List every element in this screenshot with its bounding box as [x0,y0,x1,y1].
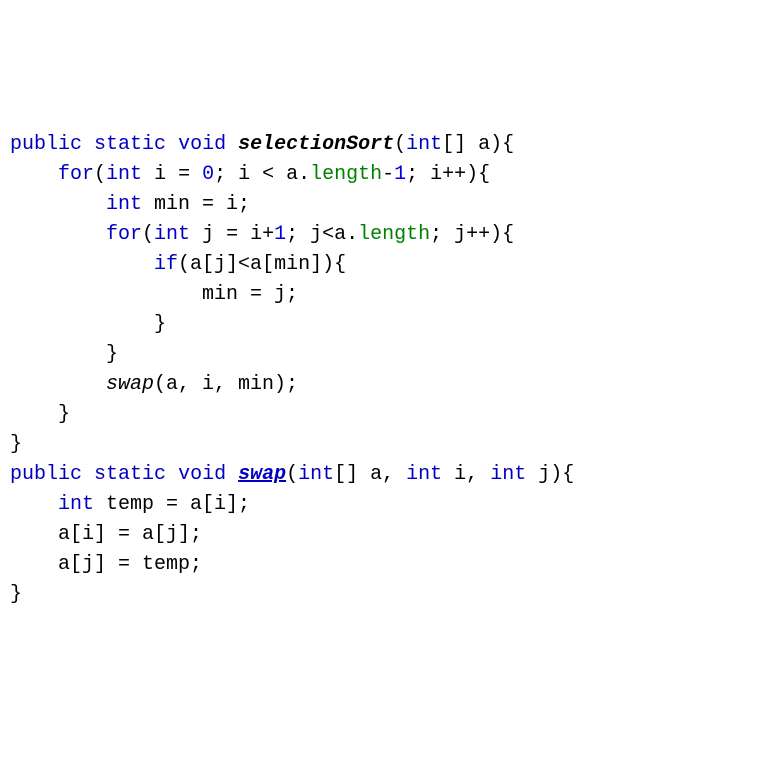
code-token [226,133,238,156]
code-token: temp = a[i]; [94,493,250,516]
code-token: for [106,223,142,246]
code-token: int [154,223,190,246]
code-token: int [106,193,142,216]
code-token: } [10,433,22,456]
code-token: length [310,163,382,186]
code-token [82,463,94,486]
code-token: 1 [274,223,286,246]
code-token: ; i++){ [406,163,490,186]
code-token [10,493,58,516]
code-line: swap(a, i, min); [10,370,768,400]
code-token: swap [238,463,286,486]
code-token: static [94,133,166,156]
code-line: for(int j = i+1; j<a.length; j++){ [10,220,768,250]
code-token: j){ [526,463,574,486]
code-token [226,463,238,486]
code-line: } [10,580,768,610]
code-token: length [358,223,430,246]
code-token: min = i; [142,193,250,216]
code-line: if(a[j]<a[min]){ [10,250,768,280]
code-line: int min = i; [10,190,768,220]
code-token: ; j++){ [430,223,514,246]
code-token: } [10,343,118,366]
code-token: int [106,163,142,186]
code-line: a[j] = temp; [10,550,768,580]
code-token: int [298,463,334,486]
code-line: } [10,400,768,430]
code-line: int temp = a[i]; [10,490,768,520]
code-token: swap [106,373,154,396]
code-token: ( [94,163,106,186]
code-token: a[j] = temp; [10,553,202,576]
code-token [10,253,154,276]
code-token: } [10,403,70,426]
code-token: min = j; [10,283,298,306]
code-token: [] a){ [442,133,514,156]
code-token: i, [442,463,490,486]
code-token: i = [142,163,202,186]
code-token: [] a, [334,463,406,486]
code-token: (a[j]<a[min]){ [178,253,346,276]
code-token: if [154,253,178,276]
code-token: int [406,463,442,486]
code-token: ; j<a. [286,223,358,246]
code-token: selectionSort [238,133,394,156]
code-token: j = i+ [190,223,274,246]
code-line: } [10,430,768,460]
code-line: } [10,310,768,340]
code-token: int [490,463,526,486]
code-token: ( [142,223,154,246]
code-token: int [58,493,94,516]
code-token: ; i < a. [214,163,310,186]
code-token: ( [394,133,406,156]
code-line: } [10,340,768,370]
code-token: public [10,463,82,486]
code-token: ( [286,463,298,486]
code-token [10,193,106,216]
code-token [166,463,178,486]
code-token: void [178,463,226,486]
code-line: public static void selectionSort(int[] a… [10,130,768,160]
code-line: a[i] = a[j]; [10,520,768,550]
code-token [10,223,106,246]
code-line: for(int i = 0; i < a.length-1; i++){ [10,160,768,190]
code-block: public static void selectionSort(int[] a… [10,130,768,610]
code-token: - [382,163,394,186]
code-token [166,133,178,156]
code-token: void [178,133,226,156]
code-token: a[i] = a[j]; [10,523,202,546]
code-token: } [10,313,166,336]
code-token: public [10,133,82,156]
code-token [10,373,106,396]
code-token: int [406,133,442,156]
code-token [82,133,94,156]
code-token: for [58,163,94,186]
code-line: public static void swap(int[] a, int i, … [10,460,768,490]
code-token: } [10,583,22,606]
code-line: min = j; [10,280,768,310]
code-token: 0 [202,163,214,186]
code-token: (a, i, min); [154,373,298,396]
code-token [10,163,58,186]
code-token: 1 [394,163,406,186]
code-token: static [94,463,166,486]
